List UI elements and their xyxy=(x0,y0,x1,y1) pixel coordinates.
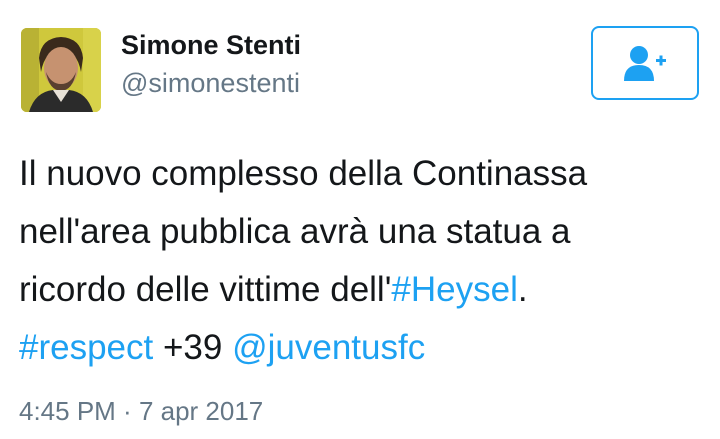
add-user-icon xyxy=(624,46,666,81)
tweet-line-3-text: ricordo delle vittime dell' xyxy=(19,270,392,309)
tweet-line-3-end: . xyxy=(517,270,528,309)
avatar[interactable] xyxy=(21,28,101,112)
avatar-image xyxy=(21,28,101,112)
plus-39-text: +39 xyxy=(153,328,233,367)
tweet-line-1: Il nuovo complesso della Continassa xyxy=(19,154,588,193)
hashtag-heysel-link[interactable]: #Heysel xyxy=(391,270,517,309)
tweet-line-4: #respect +39 @juventusfc xyxy=(19,319,709,377)
mention-juventusfc-link[interactable]: @juventusfc xyxy=(232,328,425,367)
tweet-card: Simone Stenti @simonestenti Il nuovo com… xyxy=(0,0,720,439)
tweet-date: 7 apr 2017 xyxy=(138,396,264,426)
tweet-line-3: ricordo delle vittime dell'#Heysel. xyxy=(19,261,709,319)
timestamp-separator: · xyxy=(115,396,139,426)
author-name[interactable]: Simone Stenti xyxy=(121,28,301,62)
tweet-time: 4:45 PM xyxy=(19,396,116,426)
hashtag-respect-link[interactable]: #respect xyxy=(19,328,153,367)
tweet-timestamp[interactable]: 4:45 PM · 7 apr 2017 xyxy=(19,394,263,428)
author-handle[interactable]: @simonestenti xyxy=(121,66,300,100)
tweet-text: Il nuovo complesso della Continassa nell… xyxy=(19,145,709,377)
follow-button[interactable] xyxy=(591,26,699,100)
tweet-line-2: nell'area pubblica avrà una statua a xyxy=(19,212,571,251)
